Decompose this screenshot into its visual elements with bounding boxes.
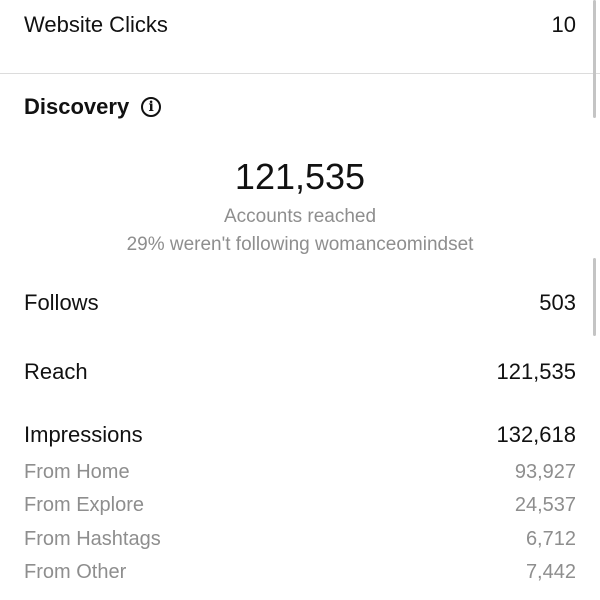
follows-row: Follows 503 bbox=[24, 290, 576, 316]
impressions-label: Impressions bbox=[24, 422, 143, 447]
accounts-reached-value: 121,535 bbox=[234, 156, 366, 197]
discovery-header: Discovery i bbox=[24, 94, 162, 120]
accounts-reached-label: Accounts reached bbox=[223, 206, 377, 227]
source-label: From Hashtags bbox=[24, 528, 161, 550]
source-label: From Home bbox=[24, 461, 130, 483]
follows-label: Follows bbox=[24, 290, 99, 315]
impressions-row: Impressions 132,618 bbox=[24, 422, 576, 448]
website-clicks-row: Website Clicks 10 bbox=[24, 12, 576, 38]
follows-value: 503 bbox=[539, 290, 576, 315]
non-followers-note: 29% weren't following womanceomindset bbox=[126, 234, 474, 255]
website-clicks-label: Website Clicks bbox=[24, 12, 168, 37]
source-value: 93,927 bbox=[514, 461, 576, 483]
source-label: From Explore bbox=[24, 494, 145, 516]
reach-label: Reach bbox=[24, 359, 88, 384]
impressions-source-row-other: From Other 7,442 bbox=[24, 561, 576, 584]
source-value: 7,442 bbox=[525, 561, 576, 583]
section-divider bbox=[0, 73, 600, 74]
impressions-source-row-hashtags: From Hashtags 6,712 bbox=[24, 528, 576, 551]
source-value: 6,712 bbox=[525, 528, 576, 550]
scrollbar-indicator-top[interactable] bbox=[593, 0, 596, 118]
scrollbar-indicator[interactable] bbox=[593, 258, 596, 336]
reach-row: Reach 121,535 bbox=[24, 359, 576, 385]
website-clicks-value: 10 bbox=[551, 12, 576, 37]
info-icon[interactable]: i bbox=[141, 97, 162, 117]
impressions-source-row-home: From Home 93,927 bbox=[24, 461, 576, 484]
reach-value: 121,535 bbox=[496, 359, 576, 384]
impressions-source-row-explore: From Explore 24,537 bbox=[24, 494, 576, 517]
source-value: 24,537 bbox=[514, 494, 576, 516]
impressions-value: 132,618 bbox=[496, 422, 576, 447]
source-label: From Other bbox=[24, 561, 127, 583]
discovery-title: Discovery bbox=[24, 94, 130, 119]
